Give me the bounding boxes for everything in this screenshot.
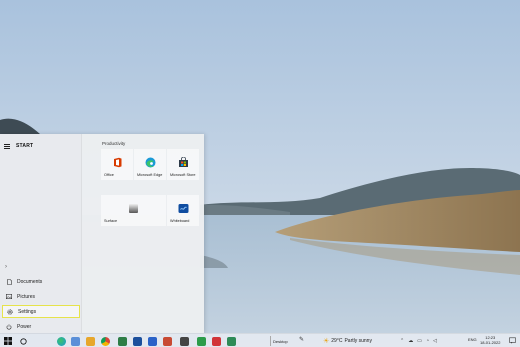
edge-icon: [145, 157, 156, 168]
app-icon: [196, 336, 206, 346]
nav-item-settings[interactable]: Settings: [2, 305, 80, 318]
taskbar-app-10[interactable]: [226, 336, 236, 346]
taskbar: Desktop ✎ ☀ 29°C Partly sunny ⌃ ☁ ▭ ◔ ◁ …: [0, 333, 520, 347]
nav-item-power[interactable]: Power: [2, 320, 80, 333]
pictures-icon: [6, 294, 12, 300]
taskbar-app-5[interactable]: [147, 336, 157, 346]
network-icon[interactable]: ◔: [426, 338, 429, 344]
taskbar-app-4[interactable]: [132, 336, 142, 346]
tile-office[interactable]: Office: [101, 149, 133, 180]
weather-temperature: 29°C: [331, 338, 343, 344]
taskbar-edge[interactable]: [56, 336, 66, 346]
tile-microsoft-edge[interactable]: Microsoft Edge: [134, 149, 166, 180]
app-icon: [211, 336, 221, 346]
notification-icon[interactable]: [508, 336, 517, 345]
weather-widget[interactable]: ☀ 29°C Partly sunny: [323, 336, 372, 346]
system-tray: ⌃ ☁ ▭ ◔ ◁: [400, 336, 437, 346]
app-icon: [117, 336, 127, 346]
start-title: START: [16, 143, 34, 149]
app-icon: [226, 336, 236, 346]
document-icon: [6, 278, 12, 285]
taskbar-app-8[interactable]: [196, 336, 206, 346]
taskbar-app-7[interactable]: [179, 336, 189, 346]
app-icon: [70, 336, 80, 346]
taskbar-app-6[interactable]: [162, 336, 172, 346]
hamburger-icon[interactable]: [4, 143, 10, 149]
chrome-icon: [100, 336, 110, 346]
office-icon: [112, 157, 123, 168]
windows-icon: [4, 337, 12, 345]
pen-icon[interactable]: ✎: [299, 336, 304, 343]
start-nav-pane: START › Documents Pictures Settings Powe…: [0, 134, 82, 333]
battery-icon[interactable]: ▭: [417, 338, 422, 344]
clock-date: 18-01-2022: [480, 340, 501, 345]
start-button[interactable]: [3, 336, 13, 346]
app-icon: [179, 336, 189, 346]
volume-icon[interactable]: ◁: [433, 338, 437, 344]
whiteboard-icon: [178, 203, 189, 214]
app-icon: [132, 336, 142, 346]
app-icon: [162, 336, 172, 346]
chevron-icon[interactable]: ›: [5, 264, 7, 270]
taskbar-app-3[interactable]: [117, 336, 127, 346]
store-icon: [178, 157, 189, 168]
nav-item-documents[interactable]: Documents: [2, 275, 80, 288]
search-icon: [19, 337, 27, 345]
tile-surface[interactable]: Surface: [101, 195, 166, 226]
app-icon: [147, 336, 157, 346]
tile-label-edge: Microsoft Edge: [137, 173, 163, 177]
tile-label-office: Office: [104, 173, 114, 177]
edge-icon: [56, 336, 66, 346]
weather-condition: Partly sunny: [344, 338, 372, 344]
nav-label-power: Power: [17, 323, 32, 330]
taskbar-chrome[interactable]: [100, 336, 110, 346]
clock[interactable]: 12:23 18-01-2022: [480, 335, 500, 345]
cloud-icon[interactable]: ☁: [408, 338, 413, 344]
start-header: START: [4, 140, 33, 152]
gear-icon: [7, 308, 13, 315]
desktop-toolbar[interactable]: Desktop: [270, 336, 296, 346]
tile-label-whiteboard: Whiteboard: [170, 219, 190, 223]
nav-item-pictures[interactable]: Pictures: [2, 290, 80, 303]
nav-label-settings: Settings: [18, 308, 37, 315]
taskbar-app-1[interactable]: [70, 336, 80, 346]
start-menu: START › Documents Pictures Settings Powe…: [0, 134, 204, 333]
power-icon: [6, 323, 12, 330]
tile-microsoft-store[interactable]: Microsoft Store: [167, 149, 199, 180]
tile-group-label: Productivity: [102, 141, 126, 146]
tile-label-store: Microsoft Store: [170, 173, 196, 177]
chevron-up-icon[interactable]: ⌃: [400, 338, 404, 344]
nav-label-pictures: Pictures: [17, 293, 36, 300]
nav-label-documents: Documents: [17, 278, 43, 285]
taskbar-app-9[interactable]: [211, 336, 221, 346]
tile-whiteboard[interactable]: Whiteboard: [167, 195, 199, 226]
search-button[interactable]: [18, 336, 28, 346]
language-indicator[interactable]: ENG: [468, 337, 477, 342]
taskbar-app-2[interactable]: [85, 336, 95, 346]
folder-icon: [85, 336, 95, 346]
desktop-label: Desktop: [273, 338, 288, 344]
surface-icon: [128, 203, 139, 214]
tile-label-surface: Surface: [104, 219, 118, 223]
weather-icon: ☀: [323, 338, 330, 345]
